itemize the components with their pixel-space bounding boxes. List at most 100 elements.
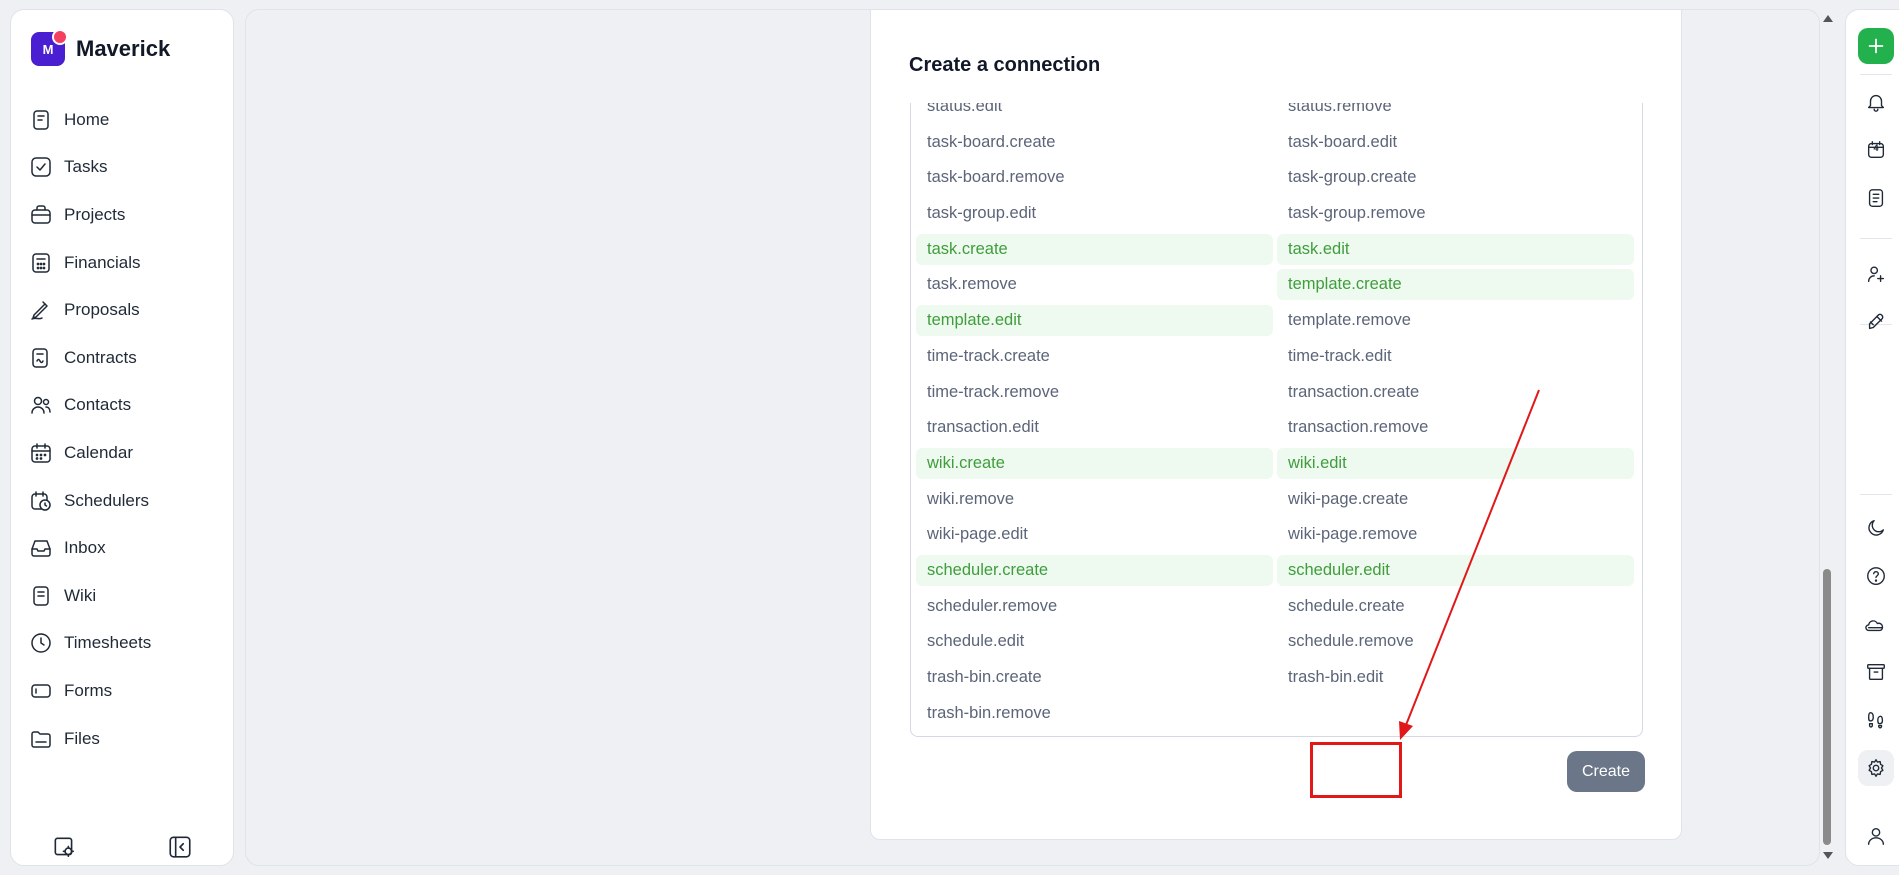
sidebar-item-label: Proposals	[64, 300, 140, 320]
sidebar-item-financials[interactable]: Financials	[29, 239, 219, 287]
forms-icon	[29, 679, 53, 703]
rocket-icon[interactable]	[1858, 304, 1894, 340]
permission-item[interactable]: trash-bin.remove	[916, 698, 1273, 729]
permission-item[interactable]: wiki.remove	[916, 484, 1273, 515]
calendar-icon	[29, 441, 53, 465]
plus-icon[interactable]	[1858, 28, 1894, 64]
sidebar-item-proposals[interactable]: Proposals	[29, 286, 219, 334]
sidebar-item-contacts[interactable]: Contacts	[29, 382, 219, 430]
permission-row: template.edit template.remove	[916, 303, 1639, 339]
brand[interactable]: M Maverick	[31, 29, 171, 66]
sidebar-item-label: Wiki	[64, 585, 97, 605]
sidebar-item-schedulers[interactable]: Schedulers	[29, 477, 219, 525]
sidebar-item-label: Projects	[64, 204, 126, 224]
sidebar-item-label: Home	[64, 109, 110, 129]
notes-icon[interactable]	[1858, 180, 1894, 216]
permission-item[interactable]: task-board.create	[916, 127, 1273, 158]
sidebar-item-timesheets[interactable]: Timesheets	[29, 620, 219, 668]
permission-item[interactable]: schedule.remove	[1277, 626, 1634, 657]
collapse-sidebar-icon[interactable]	[167, 834, 193, 860]
contacts-icon	[29, 393, 53, 417]
permission-item[interactable]: transaction.create	[1277, 377, 1634, 408]
permission-item[interactable]: status.remove	[1277, 103, 1634, 122]
home-icon	[29, 108, 53, 132]
permission-item[interactable]: template.edit	[916, 305, 1273, 337]
page-scrollbar[interactable]	[1820, 9, 1834, 866]
permission-item[interactable]: transaction.remove	[1277, 412, 1634, 443]
rail-divider	[1860, 74, 1892, 75]
permission-item[interactable]: task-board.edit	[1277, 127, 1634, 158]
calendar-day-number: 4	[1873, 143, 1879, 153]
permission-item[interactable]: scheduler.create	[916, 554, 1273, 586]
permission-item[interactable]: transaction.edit	[916, 412, 1273, 443]
permission-item[interactable]: task.edit	[1277, 233, 1634, 265]
sidebar-nav: Home Tasks Projects Financials Proposals Cont…	[29, 96, 219, 762]
sidebar-item-label: Schedulers	[64, 490, 150, 510]
permission-item[interactable]: scheduler.edit	[1277, 554, 1634, 586]
permission-row: task-board.remove task-group.create	[916, 160, 1639, 196]
sidebar-item-tasks[interactable]: Tasks	[29, 144, 219, 192]
permissions-list[interactable]: status.edit status.remove task-board.creat…	[910, 103, 1643, 737]
permission-item[interactable]: time-track.remove	[916, 377, 1273, 408]
sidebar-item-label: Files	[64, 728, 100, 748]
permission-item[interactable]: task-group.remove	[1277, 198, 1634, 229]
add-user-icon[interactable]	[1858, 256, 1894, 292]
cloud-storage-icon[interactable]	[1858, 606, 1894, 642]
permission-item[interactable]: wiki.edit	[1277, 447, 1634, 479]
permission-item[interactable]: trash-bin.create	[916, 662, 1273, 693]
sidebar-item-inbox[interactable]: Inbox	[29, 524, 219, 572]
permission-row: wiki-page.edit wiki-page.remove	[916, 517, 1639, 553]
create-connection-modal: Create a connection status.edit status.re…	[870, 10, 1682, 840]
permission-row: task.remove template.create	[916, 267, 1639, 303]
sidebar-item-wiki[interactable]: Wiki	[29, 572, 219, 620]
bell-icon[interactable]	[1858, 84, 1894, 120]
permission-item[interactable]: task.remove	[916, 269, 1273, 300]
sidebar-item-home[interactable]: Home	[29, 96, 219, 144]
sidebar-item-files[interactable]: Files	[29, 715, 219, 763]
permission-item[interactable]: template.remove	[1277, 305, 1634, 336]
permission-item[interactable]: wiki.create	[916, 447, 1273, 479]
permission-item[interactable]: status.edit	[916, 103, 1273, 122]
timesheets-icon	[29, 631, 53, 655]
permission-item[interactable]: time-track.create	[916, 341, 1273, 372]
user-icon[interactable]	[1858, 818, 1894, 854]
footprints-icon[interactable]	[1858, 702, 1894, 738]
permission-item[interactable]: task.create	[916, 233, 1273, 265]
permission-item[interactable]: schedule.edit	[916, 626, 1273, 657]
help-icon[interactable]	[1858, 558, 1894, 594]
calendar-day-icon[interactable]: 4	[1858, 132, 1894, 168]
brand-logo-letter: M	[42, 41, 54, 57]
permission-item[interactable]: task-board.remove	[916, 162, 1273, 193]
permission-row: wiki.remove wiki-page.create	[916, 482, 1639, 518]
permission-row: trash-bin.create trash-bin.edit	[916, 660, 1639, 696]
permission-item[interactable]: task-group.create	[1277, 162, 1634, 193]
scrollbar-thumb[interactable]	[1823, 569, 1831, 845]
permission-item[interactable]: schedule.create	[1277, 591, 1634, 622]
schedulers-icon	[29, 489, 53, 513]
permission-item[interactable]: scheduler.remove	[916, 591, 1273, 622]
scroll-up-arrow-icon[interactable]	[1823, 15, 1833, 22]
sidebar-item-contracts[interactable]: Contracts	[29, 334, 219, 382]
permission-item[interactable]: trash-bin.edit	[1277, 662, 1634, 693]
gear-icon[interactable]	[1858, 750, 1894, 786]
permission-item[interactable]: wiki-page.edit	[916, 519, 1273, 550]
scroll-down-arrow-icon[interactable]	[1823, 852, 1833, 859]
permission-row: schedule.edit schedule.remove	[916, 624, 1639, 660]
main-content: Create a connection status.edit status.re…	[245, 9, 1820, 866]
permission-item[interactable]: time-track.edit	[1277, 341, 1634, 372]
sidebar-item-calendar[interactable]: Calendar	[29, 429, 219, 477]
create-button[interactable]: Create	[1567, 751, 1645, 792]
workspace-settings-icon[interactable]	[51, 834, 77, 860]
permission-item[interactable]: wiki-page.remove	[1277, 519, 1634, 550]
sidebar-item-forms[interactable]: Forms	[29, 667, 219, 715]
sidebar-item-projects[interactable]: Projects	[29, 191, 219, 239]
right-toolbar: 4	[1845, 9, 1899, 866]
permission-item[interactable]: template.create	[1277, 269, 1634, 301]
permission-item[interactable]: task-group.edit	[916, 198, 1273, 229]
brand-name: Maverick	[76, 36, 171, 61]
archive-icon[interactable]	[1858, 654, 1894, 690]
moon-icon[interactable]	[1858, 510, 1894, 546]
rail-divider	[1860, 494, 1892, 495]
permission-item[interactable]: wiki-page.create	[1277, 484, 1634, 515]
permission-row: transaction.edit transaction.remove	[916, 410, 1639, 446]
